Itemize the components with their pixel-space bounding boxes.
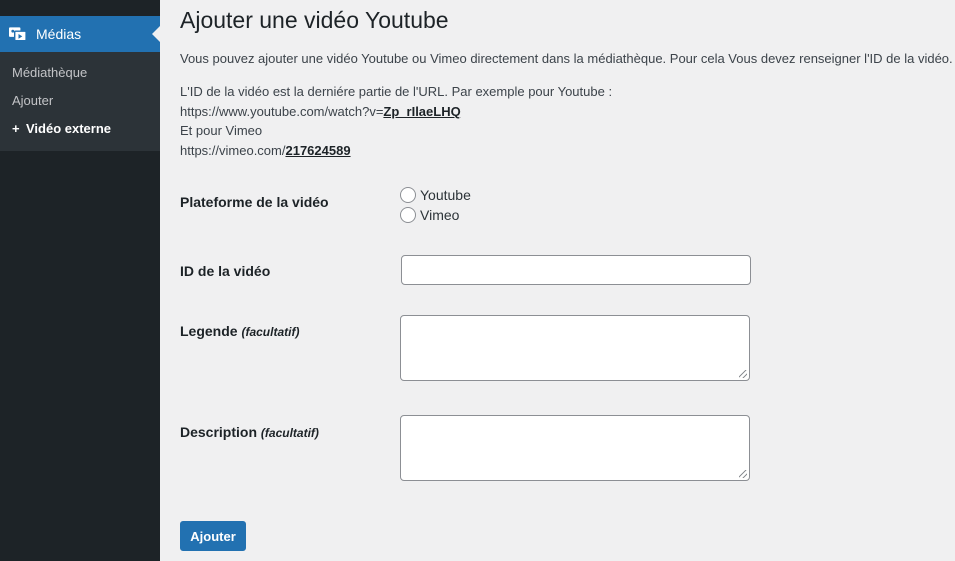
resize-grip-icon[interactable] xyxy=(739,470,747,478)
sidebar-menu-medias[interactable]: Médias xyxy=(0,16,160,52)
resize-grip-icon[interactable] xyxy=(739,370,747,378)
radio-vimeo-input[interactable] xyxy=(400,207,416,223)
youtube-id-example: Zp_rIlaeLHQ xyxy=(383,104,461,119)
description-textarea[interactable] xyxy=(400,415,750,481)
help-youtube-url: https://www.youtube.com/watch?v=Zp_rIlae… xyxy=(180,104,461,119)
radio-vimeo-label[interactable]: Vimeo xyxy=(420,207,459,223)
platform-label: Plateforme de la vidéo xyxy=(180,194,329,210)
page-title: Ajouter une vidéo Youtube xyxy=(180,7,449,33)
help-line-3: Et pour Vimeo xyxy=(180,123,263,138)
sidebar-item-video-externe[interactable]: + Vidéo externe xyxy=(0,118,160,146)
sidebar-submenu: Médiathèque Ajouter + Vidéo externe xyxy=(0,52,160,151)
description-label: Description (facultatif) xyxy=(180,424,319,440)
help-vimeo-url: https://vimeo.com/217624589 xyxy=(180,143,351,158)
radio-youtube-input[interactable] xyxy=(400,187,416,203)
intro-text: Vous pouvez ajouter une vidéo Youtube ou… xyxy=(180,51,953,66)
sidebar-menu-label: Médias xyxy=(36,26,82,42)
help-line-1: L'ID de la vidéo est la derniére partie … xyxy=(180,84,613,99)
admin-sidebar: Médias Médiathèque Ajouter + Vidéo extern… xyxy=(0,0,160,561)
vimeo-id-example: 217624589 xyxy=(285,143,351,158)
legend-textarea[interactable] xyxy=(400,315,750,381)
radio-youtube[interactable]: Youtube xyxy=(400,187,471,203)
media-icon xyxy=(9,27,27,42)
current-menu-arrow xyxy=(152,26,160,42)
radio-youtube-label[interactable]: Youtube xyxy=(420,187,471,203)
legend-label: Legende (facultatif) xyxy=(180,323,300,339)
sidebar-item-ajouter[interactable]: Ajouter xyxy=(0,90,160,118)
submit-button[interactable]: Ajouter xyxy=(180,521,246,551)
plus-icon: + xyxy=(12,121,20,136)
radio-vimeo[interactable]: Vimeo xyxy=(400,207,459,223)
video-id-label: ID de la vidéo xyxy=(180,263,271,279)
sidebar-item-mediatheque[interactable]: Médiathèque xyxy=(0,62,160,90)
video-id-input[interactable] xyxy=(401,255,751,285)
